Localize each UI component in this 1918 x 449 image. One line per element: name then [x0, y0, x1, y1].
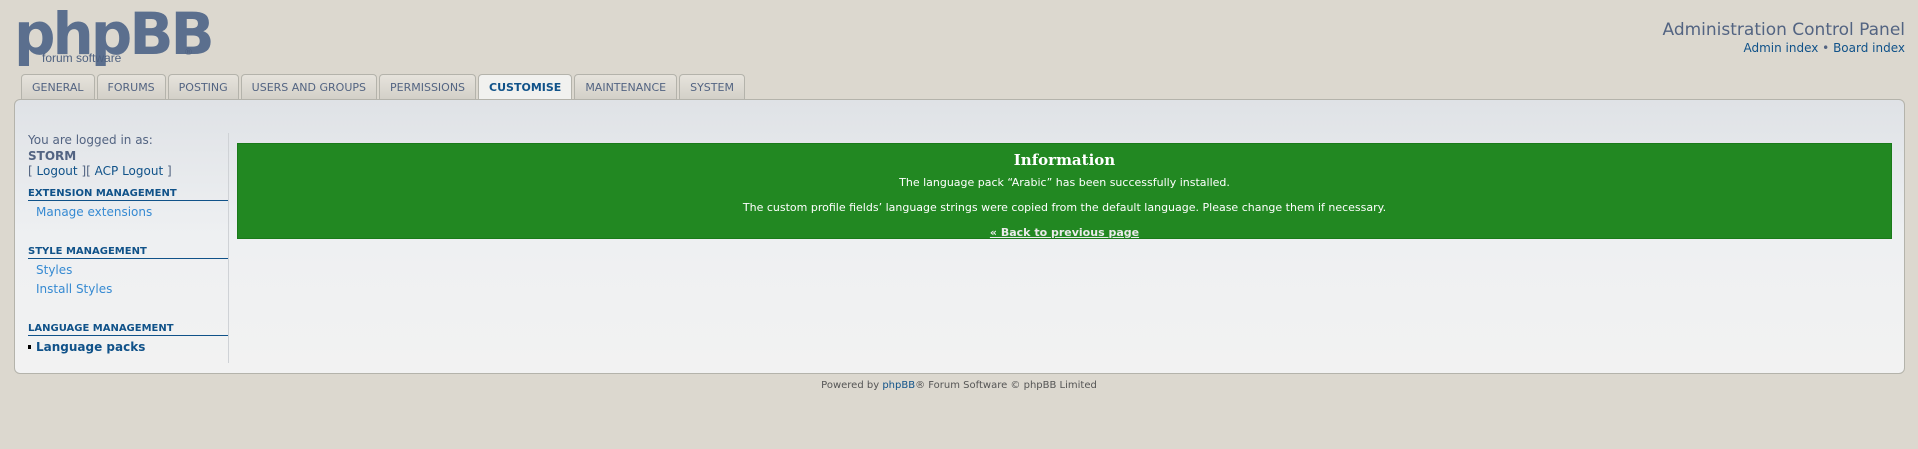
footer-copyright: ® Forum Software © phpBB Limited: [915, 380, 1097, 391]
information-message-installed: The language pack “Arabic” has been succ…: [899, 176, 1230, 189]
tab-maintenance[interactable]: MAINTENANCE: [574, 74, 678, 99]
tab-general[interactable]: GENERAL: [21, 74, 95, 99]
phpbb-logo[interactable]: phpBB forum software ®: [14, 5, 215, 68]
sidebar-item-manage-extensions[interactable]: Manage extensions: [28, 205, 228, 220]
footer-phpbb-link[interactable]: phpBB: [882, 380, 915, 391]
tab-customise[interactable]: CUSTOMISE: [478, 74, 573, 100]
logo-registered-mark: ®: [184, 48, 193, 58]
acp-logout-link[interactable]: ACP Logout: [95, 164, 164, 178]
sidebar-divider: [228, 133, 229, 363]
footer-powered-by: Powered by: [821, 380, 880, 391]
logged-in-label: You are logged in as:: [28, 133, 153, 147]
username: STORM: [28, 149, 77, 163]
page-title: Administration Control Panel: [1662, 20, 1905, 40]
board-index-link[interactable]: Board index: [1833, 41, 1905, 55]
sidebar-item-styles[interactable]: Styles: [28, 263, 228, 278]
link-separator: •: [1822, 41, 1830, 55]
logout-row: [ Logout ][ ACP Logout ]: [28, 164, 228, 178]
sidebar-item-language-packs[interactable]: Language packs: [28, 340, 228, 355]
main-tabs: GENERAL FORUMS POSTING USERS AND GROUPS …: [21, 74, 745, 100]
bracket-open: [: [28, 164, 33, 178]
bracket-mid: ][: [81, 164, 91, 178]
sidebar-item-install-styles[interactable]: Install Styles: [28, 282, 228, 297]
tab-system[interactable]: SYSTEM: [679, 74, 745, 99]
section-extension-management: EXTENSION MANAGEMENT: [28, 188, 228, 201]
section-language-management: LANGUAGE MANAGEMENT: [28, 323, 228, 336]
logout-link[interactable]: Logout: [37, 164, 78, 178]
header-links: Admin index • Board index: [1743, 41, 1905, 55]
tab-forums[interactable]: FORUMS: [96, 74, 166, 99]
section-style-management: STYLE MANAGEMENT: [28, 246, 228, 259]
bracket-close: ]: [166, 164, 172, 178]
tab-users-and-groups[interactable]: USERS AND GROUPS: [240, 74, 377, 99]
tab-permissions[interactable]: PERMISSIONS: [379, 74, 477, 99]
information-message-profile-fields: The custom profile fields’ language stri…: [742, 201, 1387, 214]
information-title: Information: [1013, 151, 1116, 169]
admin-index-link[interactable]: Admin index: [1743, 41, 1818, 55]
logo-subtext: forum software: [42, 51, 122, 65]
tab-posting[interactable]: POSTING: [167, 74, 239, 99]
main-panel: You are logged in as: STORM [ Logout ][ …: [14, 99, 1905, 374]
back-to-previous-page-link[interactable]: « Back to previous page: [990, 226, 1139, 239]
information-box: Information The language pack “Arabic” h…: [237, 143, 1892, 239]
sidebar: You are logged in as: STORM [ Logout ][ …: [28, 133, 228, 355]
footer: Powered by phpBB® Forum Software © phpBB…: [0, 380, 1918, 391]
